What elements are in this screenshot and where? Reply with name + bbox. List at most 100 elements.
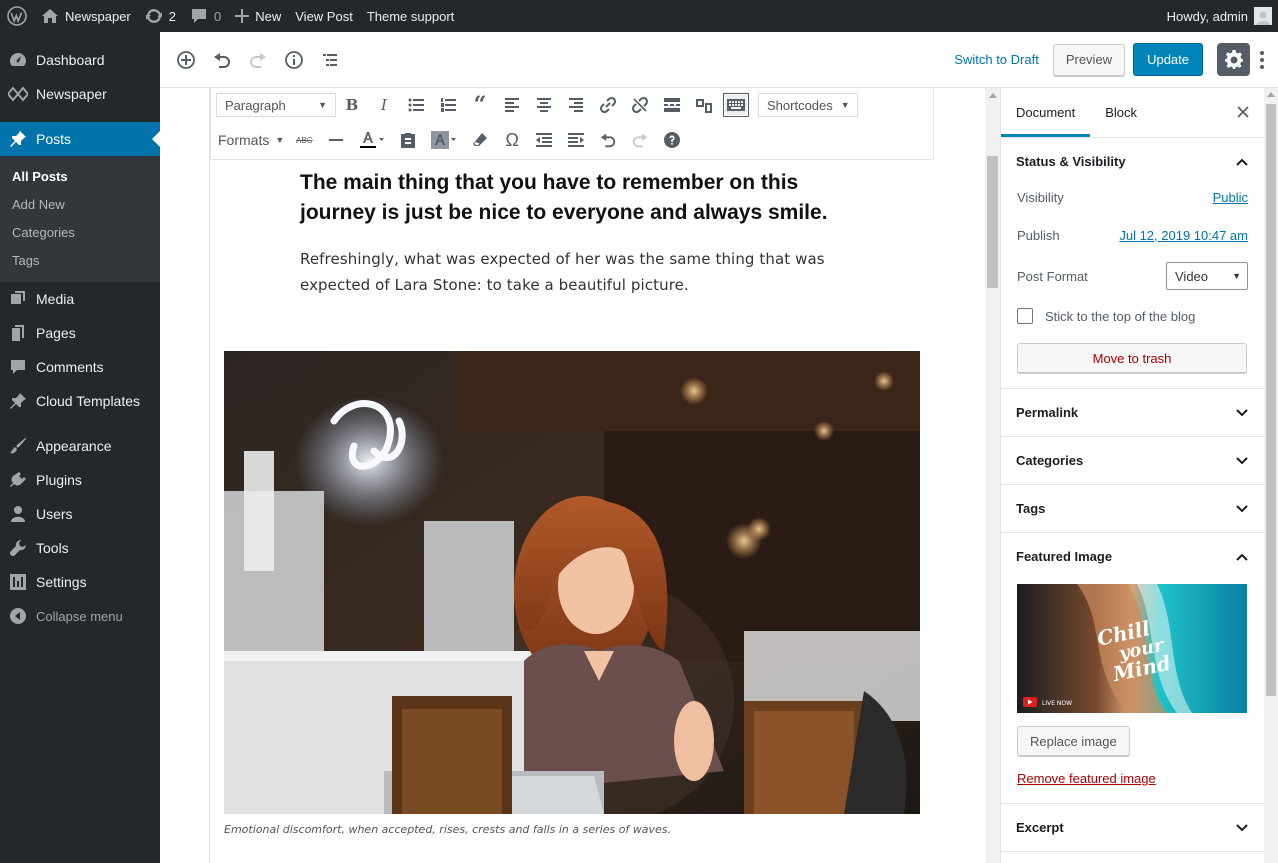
switch-to-draft-button[interactable]: Switch to Draft [940, 52, 1053, 67]
collapse-menu-button[interactable]: Collapse menu [0, 599, 160, 633]
featured-image-thumbnail[interactable]: Chill your Mind LIVE NOW [1017, 584, 1247, 713]
content-info-button[interactable] [276, 42, 312, 78]
bold-button[interactable]: B [336, 91, 368, 119]
insert-link-button[interactable] [592, 91, 624, 119]
toolbar-undo-button[interactable] [592, 126, 624, 154]
submenu-all-posts[interactable]: All Posts [0, 163, 160, 191]
align-right-button[interactable] [560, 91, 592, 119]
editor-scroll-thumb[interactable] [987, 156, 998, 288]
publish-date-link[interactable]: Jul 12, 2019 10:47 am [1119, 228, 1248, 243]
sidebar-scrollbar[interactable] [1264, 88, 1278, 863]
menu-item-media[interactable]: Media [0, 282, 160, 316]
menu-item-appearance[interactable]: Appearance [0, 429, 160, 463]
shortcodes-select[interactable]: Shortcodes ▼ [758, 93, 858, 117]
menu-item-cloud-templates[interactable]: Cloud Templates [0, 384, 160, 418]
toolbar-toggle-button[interactable] [723, 93, 749, 117]
menu-item-tools[interactable]: Tools [0, 531, 160, 565]
italic-button[interactable]: I [368, 91, 400, 119]
menu-item-dashboard[interactable]: Dashboard [0, 43, 160, 77]
paste-text-button[interactable] [392, 126, 424, 154]
panel-permalink: Permalink [1001, 389, 1264, 437]
post-figure[interactable]: Emotional discomfort, when accepted, ris… [224, 351, 920, 836]
remove-link-button[interactable] [624, 91, 656, 119]
redo-icon [631, 131, 649, 149]
menu-item-newspaper[interactable]: Newspaper [0, 77, 160, 111]
sidebar-scroll-thumb[interactable] [1266, 104, 1276, 696]
toolbar-redo-button[interactable] [624, 126, 656, 154]
replace-image-button[interactable]: Replace image [1017, 726, 1130, 756]
my-account[interactable]: Howdy, admin [1167, 7, 1278, 25]
tab-block[interactable]: Block [1090, 88, 1152, 137]
post-body[interactable]: The main thing that you have to remember… [300, 168, 840, 298]
indent-button[interactable] [560, 126, 592, 154]
sticky-label[interactable]: Stick to the top of the blog [1045, 309, 1195, 324]
comments-link[interactable]: 0 [183, 0, 228, 32]
menu-item-plugins[interactable]: Plugins [0, 463, 160, 497]
panel-toggle-featured-image[interactable]: Featured Image [1001, 533, 1264, 580]
align-center-icon [537, 98, 551, 112]
new-content-link[interactable]: New [228, 0, 288, 32]
scroll-up-arrow-icon[interactable] [989, 93, 997, 98]
highlight-color-icon [431, 131, 457, 149]
submenu-add-new[interactable]: Add New [0, 191, 160, 219]
align-center-button[interactable] [528, 91, 560, 119]
move-to-trash-button[interactable]: Move to trash [1017, 343, 1247, 373]
blockquote-button[interactable]: “ [464, 91, 496, 119]
menu-item-users[interactable]: Users [0, 497, 160, 531]
formats-dropdown[interactable]: Formats ▼ [216, 132, 288, 148]
update-button[interactable]: Update [1133, 43, 1203, 76]
numbered-list-button[interactable] [432, 91, 464, 119]
view-post-link[interactable]: View Post [288, 0, 360, 32]
sticky-checkbox[interactable] [1017, 308, 1033, 324]
post-format-select[interactable]: Video ▼ [1166, 262, 1248, 290]
close-sidebar-button[interactable] [1234, 103, 1252, 121]
post-paragraph[interactable]: Refreshingly, what was expected of her w… [300, 246, 840, 298]
read-more-button[interactable] [656, 91, 688, 119]
strikethrough-button[interactable]: ABC [288, 126, 320, 154]
preview-button[interactable]: Preview [1052, 43, 1126, 76]
wordpress-logo-icon[interactable] [0, 0, 34, 32]
remove-featured-image-link[interactable]: Remove featured image [1017, 771, 1248, 786]
redo-button[interactable] [240, 42, 276, 78]
outdent-button[interactable] [528, 126, 560, 154]
align-left-button[interactable] [496, 91, 528, 119]
cafe-woman-laptop-image[interactable] [224, 351, 920, 814]
panel-toggle-categories[interactable]: Categories [1001, 437, 1264, 484]
editor-scrollbar[interactable] [985, 88, 1000, 863]
site-name-link[interactable]: Newspaper [34, 0, 138, 32]
scroll-up-arrow-icon[interactable] [1267, 92, 1275, 97]
bullet-list-button[interactable] [400, 91, 432, 119]
block-navigation-button[interactable] [312, 42, 348, 78]
clear-formatting-button[interactable] [464, 126, 496, 154]
add-block-button[interactable] [168, 42, 204, 78]
menu-item-settings[interactable]: Settings [0, 565, 160, 599]
keyboard-shortcuts-button[interactable] [656, 126, 688, 154]
post-heading[interactable]: The main thing that you have to remember… [300, 168, 840, 228]
panel-toggle-permalink[interactable]: Permalink [1001, 389, 1264, 436]
tab-document[interactable]: Document [1001, 88, 1091, 137]
undo-button[interactable] [204, 42, 240, 78]
menu-item-comments[interactable]: Comments [0, 350, 160, 384]
panel-toggle-status-visibility[interactable]: Status & Visibility [1001, 138, 1264, 185]
settings-toggle-button[interactable] [1217, 43, 1250, 76]
special-character-button[interactable]: Ω [496, 126, 528, 154]
submenu-tags[interactable]: Tags [0, 247, 160, 275]
text-color-button[interactable] [352, 126, 392, 154]
updates-link[interactable]: 2 [138, 0, 183, 32]
chevron-up-icon [1236, 553, 1248, 561]
panel-title-permalink: Permalink [1016, 405, 1079, 420]
post-caption[interactable]: Emotional discomfort, when accepted, ris… [224, 823, 920, 836]
paragraph-select[interactable]: Paragraph ▼ [216, 93, 336, 117]
horizontal-line-button[interactable] [320, 126, 352, 154]
visibility-toggle-link[interactable]: Public [1213, 190, 1248, 205]
menu-item-posts[interactable]: Posts [0, 122, 160, 156]
panel-toggle-excerpt[interactable]: Excerpt [1001, 804, 1264, 851]
background-color-button[interactable] [424, 126, 464, 154]
collapse-arrow-icon [8, 606, 28, 626]
theme-support-link[interactable]: Theme support [360, 0, 461, 32]
menu-item-pages[interactable]: Pages [0, 316, 160, 350]
submenu-categories[interactable]: Categories [0, 219, 160, 247]
panel-toggle-tags[interactable]: Tags [1001, 485, 1264, 532]
insert-media-button[interactable] [688, 91, 720, 119]
more-tools-button[interactable] [1250, 42, 1274, 78]
